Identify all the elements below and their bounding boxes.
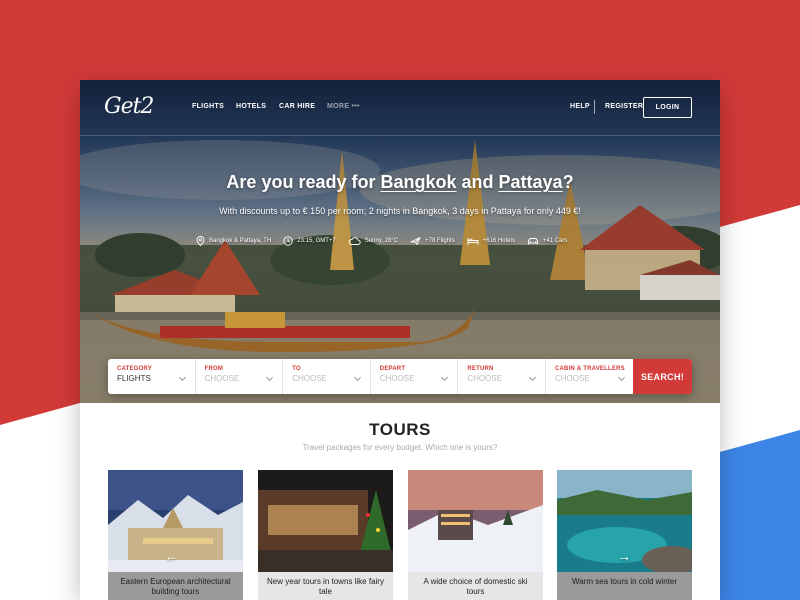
tour-card-photo	[408, 470, 543, 572]
nav-flights[interactable]: FLIGHTS	[192, 103, 224, 110]
destination-facts: Bangkok & Pattaya, TH 23:15, GMT+7 Sunny…	[196, 234, 567, 248]
tour-card-ski[interactable]: A wide choice of domestic ski tours	[408, 470, 543, 600]
fact-flights-text: +78 Flights	[425, 238, 455, 244]
nav-register[interactable]: REGISTER	[605, 103, 643, 110]
fact-weather-text: Sunny, 28°C	[364, 238, 399, 244]
tour-card-photo	[258, 470, 393, 572]
tour-card-caption: Warm sea tours in cold winter	[557, 572, 692, 600]
fact-location-text: Bangkok & Pattaya, TH	[209, 238, 272, 244]
hero-section: Get2 FLIGHTS HOTELS CAR HIRE MORE ••• HE…	[80, 80, 720, 403]
tour-card-new-year[interactable]: New year tours in towns like fairy tale	[258, 470, 393, 600]
search-button[interactable]: SEARCH!	[633, 359, 692, 394]
car-icon	[527, 238, 538, 245]
from-label: FROM	[204, 366, 224, 372]
arrow-left-icon[interactable]: ←	[164, 548, 178, 564]
tour-card-warm-sea[interactable]: → Warm sea tours in cold winter	[557, 470, 692, 600]
return-label: RETURN	[467, 366, 494, 372]
cabin-travellers-label: CABIN & TRAVELLERS	[554, 366, 625, 372]
fact-cars: +41 Cars	[527, 236, 568, 246]
fact-cars-text: +41 Cars	[542, 238, 568, 244]
fact-flights: +78 Flights	[410, 236, 455, 246]
tour-cards: ← Eastern European architectural buildin…	[108, 470, 692, 600]
nav-car-hire[interactable]: CAR HIRE	[279, 103, 315, 110]
tours-title: TOURS	[369, 420, 431, 439]
hero-city-bangkok-link[interactable]: Bangkok	[380, 172, 456, 192]
tour-card-image	[408, 470, 543, 572]
hero-title-prefix: Are you ready for	[226, 172, 381, 192]
top-navigation: Get2 FLIGHTS HOTELS CAR HIRE MORE ••• HE…	[80, 80, 720, 136]
cabin-travellers-select[interactable]: CABIN & TRAVELLERS CHOOSE	[546, 359, 634, 394]
location-pin-icon	[196, 236, 205, 246]
logo[interactable]: Get2	[104, 94, 154, 119]
depart-label: DEPART	[379, 366, 406, 372]
fact-weather: Sunny, 28°C	[348, 236, 398, 246]
bed-icon	[467, 238, 479, 245]
hero-title-and: and	[456, 172, 499, 192]
plane-icon	[410, 237, 421, 245]
from-select[interactable]: FROM CHOOSE	[196, 359, 284, 394]
login-button[interactable]: LOGIN	[643, 97, 692, 118]
to-label: TO	[292, 366, 301, 372]
category-select[interactable]: CATEGORY FLIGHTS	[108, 359, 196, 394]
tour-card-caption: Eastern European architectural building …	[108, 572, 243, 600]
fact-time: 23:15, GMT+7	[283, 236, 336, 246]
cloud-sun-icon	[348, 237, 361, 245]
to-select[interactable]: TO CHOOSE	[283, 359, 371, 394]
depart-select[interactable]: DEPART CHOOSE	[371, 359, 459, 394]
tour-card-image	[258, 470, 393, 572]
hero-title: Are you ready for Bangkok and Pattaya?	[80, 172, 720, 193]
hero-title-suffix: ?	[562, 172, 574, 192]
clock-icon	[283, 236, 293, 246]
nav-more[interactable]: MORE •••	[327, 103, 360, 110]
fact-hotels-text: +616 Hotels	[482, 238, 515, 244]
website-frame: Get2 FLIGHTS HOTELS CAR HIRE MORE ••• HE…	[80, 80, 720, 600]
fact-hotels: +616 Hotels	[467, 236, 515, 246]
fact-location: Bangkok & Pattaya, TH	[196, 236, 271, 246]
tour-card-caption: A wide choice of domestic ski tours	[423, 577, 528, 596]
return-select[interactable]: RETURN CHOOSE	[458, 359, 546, 394]
search-bar: CATEGORY FLIGHTS FROM CHOOSE TO CHOOSE D…	[108, 359, 692, 394]
category-label: CATEGORY	[117, 366, 152, 372]
arrow-right-icon[interactable]: →	[617, 548, 631, 564]
fact-time-text: 23:15, GMT+7	[297, 238, 336, 244]
tour-card-eastern-europe[interactable]: ← Eastern European architectural buildin…	[108, 470, 243, 600]
hero-subtitle: With discounts up to € 150 per room; 2 n…	[219, 206, 581, 216]
nav-hotels[interactable]: HOTELS	[236, 103, 266, 110]
tours-subtitle: Travel packages for every budget. Which …	[302, 443, 498, 452]
nav-help[interactable]: HELP	[570, 103, 590, 110]
nav-divider	[594, 100, 595, 114]
hero-city-pattaya-link[interactable]: Pattaya	[499, 172, 563, 192]
tour-card-caption: New year tours in towns like fairy tale	[267, 577, 384, 596]
